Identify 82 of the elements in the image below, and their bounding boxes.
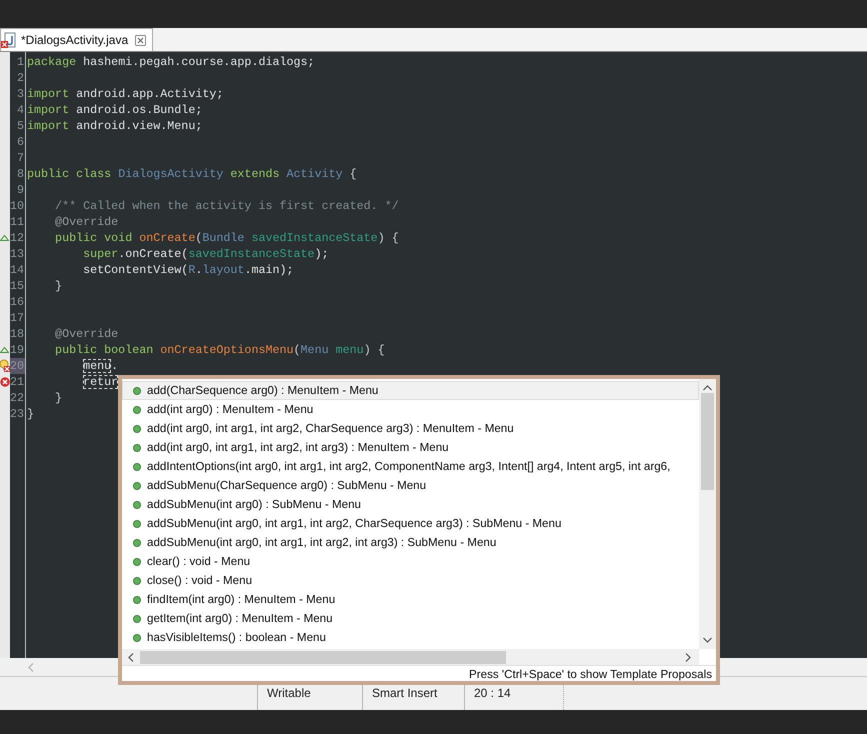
method-dot-icon: [133, 444, 141, 452]
close-icon[interactable]: [135, 34, 146, 46]
method-dot-icon: [133, 386, 141, 394]
completion-item[interactable]: close() : void - Menu: [122, 571, 699, 590]
code-line: menu.: [82, 358, 118, 374]
code-line: super.onCreate(savedInstanceState);: [82, 246, 329, 262]
completion-item[interactable]: add(CharSequence arg0) : MenuItem - Menu: [122, 381, 699, 400]
method-dot-icon: [133, 576, 141, 584]
editor-tab[interactable]: *DialogsActivity.java: [0, 28, 154, 51]
code-line: /** Called when the activity is first created. */: [54, 198, 399, 214]
lightbulb-error-icon: [0, 359, 10, 373]
code-line: import android.os.Bundle;: [26, 102, 202, 118]
completion-item[interactable]: clear() : void - Menu: [122, 552, 699, 571]
line-number: 2: [16, 70, 25, 86]
code-line: }: [26, 406, 34, 422]
line-number: 11: [10, 214, 25, 230]
line-number: 9: [16, 182, 25, 198]
method-dot-icon: [133, 500, 141, 508]
method-dot-icon: [133, 558, 141, 566]
completion-item[interactable]: add(int arg0, int arg1, int arg2, CharSequence arg3) : MenuItem - Menu: [122, 419, 699, 438]
completion-item[interactable]: findItem(int arg0) : MenuItem - Menu: [122, 590, 699, 609]
method-dot-icon: [133, 462, 141, 470]
line-number: 7: [16, 150, 25, 166]
completion-item[interactable]: addSubMenu(int arg0, int arg1, int arg2, int arg3) : SubMenu - Menu: [122, 533, 699, 552]
line-number: 14: [10, 262, 25, 278]
completion-item[interactable]: hasVisibleItems() : boolean - Menu: [122, 628, 699, 647]
code-line: }: [54, 278, 62, 294]
code-line: setContentView(R.layout.main);: [82, 262, 294, 278]
line-number: 23: [10, 406, 25, 422]
completion-item[interactable]: add(int arg0) : MenuItem - Menu: [122, 400, 699, 419]
method-dot-icon: [133, 614, 141, 622]
line-number: 5: [16, 118, 25, 134]
completion-item[interactable]: addSubMenu(int arg0) : SubMenu - Menu: [122, 495, 699, 514]
line-number: 8: [16, 166, 25, 182]
code-line: import android.app.Activity;: [26, 86, 224, 102]
method-dot-icon: [133, 424, 141, 432]
scroll-up-icon[interactable]: [703, 385, 712, 391]
code-line: @Override: [54, 214, 118, 230]
line-number: 6: [16, 134, 25, 150]
line-number: 12: [10, 230, 25, 246]
code-line: package hashemi.pegah.course.app.dialogs;: [26, 54, 315, 70]
override-triangle-icon: [0, 235, 9, 241]
completion-item[interactable]: addSubMenu(CharSequence arg0) : SubMenu - Menu: [122, 476, 699, 495]
override-triangle-icon: [0, 347, 9, 353]
code-line: public class DialogsActivity extends Activity {: [26, 166, 357, 182]
code-line: }: [54, 390, 62, 406]
completion-item[interactable]: addIntentOptions(int arg0, int arg1, int arg2, ComponentName arg3, Intent[] arg4, Intent arg5, int arg6,: [122, 457, 699, 476]
line-number: 19: [10, 342, 25, 358]
line-number: 13: [10, 246, 25, 262]
line-number: 1: [16, 54, 25, 70]
line-number: 4: [16, 102, 25, 118]
scrollbar-thumb[interactable]: [701, 393, 714, 490]
line-number: 3: [16, 86, 25, 102]
method-dot-icon: [133, 634, 141, 642]
code-line: import android.view.Menu;: [26, 118, 202, 134]
method-dot-icon: [133, 596, 141, 604]
scroll-left-icon[interactable]: [128, 652, 134, 662]
completion-item[interactable]: add(int arg0, int arg1, int arg2, int arg3) : MenuItem - Menu: [122, 438, 699, 457]
file-error-icon: [1, 32, 18, 48]
code-line: @Override: [54, 326, 118, 342]
tab-title: *DialogsActivity.java: [21, 33, 128, 47]
method-dot-icon: [133, 538, 141, 546]
error-icon: [0, 377, 10, 387]
completion-item[interactable]: addSubMenu(int arg0, int arg1, int arg2, CharSequence arg3) : SubMenu - Menu: [122, 514, 699, 533]
scrollbar-thumb[interactable]: [140, 650, 506, 664]
code-line: public boolean onCreateOptionsMenu(Menu menu) {: [54, 342, 385, 358]
line-number: 15: [10, 278, 25, 294]
line-number: 16: [10, 294, 25, 310]
method-dot-icon: [133, 406, 141, 414]
completion-item[interactable]: getItem(int arg0) : MenuItem - Menu: [122, 609, 699, 628]
line-number: 17: [10, 310, 25, 326]
code-line: retur: [82, 374, 118, 390]
line-number: 10: [10, 198, 25, 214]
method-dot-icon: [133, 520, 141, 528]
line-number: 22: [10, 390, 25, 406]
code-line: public void onCreate(Bundle savedInstanceState) {: [54, 230, 399, 246]
scroll-right-icon[interactable]: [685, 652, 691, 662]
method-dot-icon: [133, 482, 141, 490]
line-number: 20: [10, 358, 25, 374]
scroll-down-icon[interactable]: [703, 637, 712, 643]
line-number: 18: [10, 326, 25, 342]
line-number: 21: [10, 374, 25, 390]
